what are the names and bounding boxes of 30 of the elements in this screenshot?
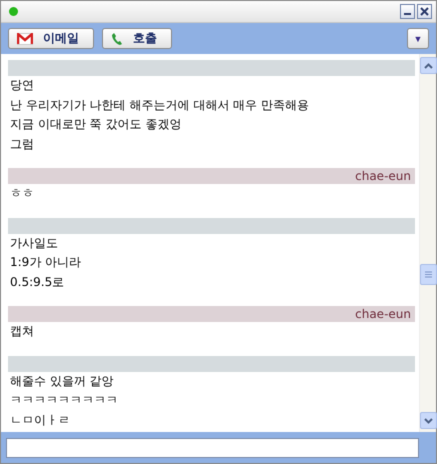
grip-icon [424,271,432,278]
close-icon [420,7,429,16]
message-text: ㅎㅎ [9,185,35,202]
message-text: 지금 이대로만 쭉 갔어도 좋겠엉 [9,116,182,133]
message-text: 0.5:9.5로 [9,274,66,290]
message-text: 그럼 [9,136,35,152]
call-button[interactable]: 호출 [102,28,172,49]
message-input[interactable] [6,438,419,458]
message-text: 난 우리자기가 나한테 해주는거에 대해서 매우 만족해용 [9,96,310,114]
phone-icon [111,32,123,46]
message-text: ㄴㅁ이ㅏㄹ [9,412,71,428]
close-button[interactable] [417,4,432,19]
scroll-up-button[interactable] [420,57,436,74]
message-text: 해줄수 있을꺼 같앙 [9,372,115,390]
message-text: ㅋㅋㅋㅋㅋㅋㅋㅋㅋ [9,392,119,409]
mail-icon [17,32,33,44]
minimize-button[interactable] [400,4,415,19]
sender-name: chae-eun [355,169,411,183]
menu-button[interactable]: ▼ [407,28,429,49]
message-text: 1:9가 아니라 [9,254,82,271]
chevron-up-icon [424,62,432,68]
sender-name: chae-eun [355,307,411,321]
message-text: 가사일도 [9,234,59,252]
email-button[interactable]: 이메일 [8,28,94,49]
scroll-down-button[interactable] [420,412,436,429]
scrollbar[interactable] [419,54,436,432]
message-text: 캡쳐 [9,323,35,340]
message-text: 당연 [9,77,35,94]
chevron-down-icon [424,418,432,424]
scroll-thumb[interactable] [420,264,436,285]
